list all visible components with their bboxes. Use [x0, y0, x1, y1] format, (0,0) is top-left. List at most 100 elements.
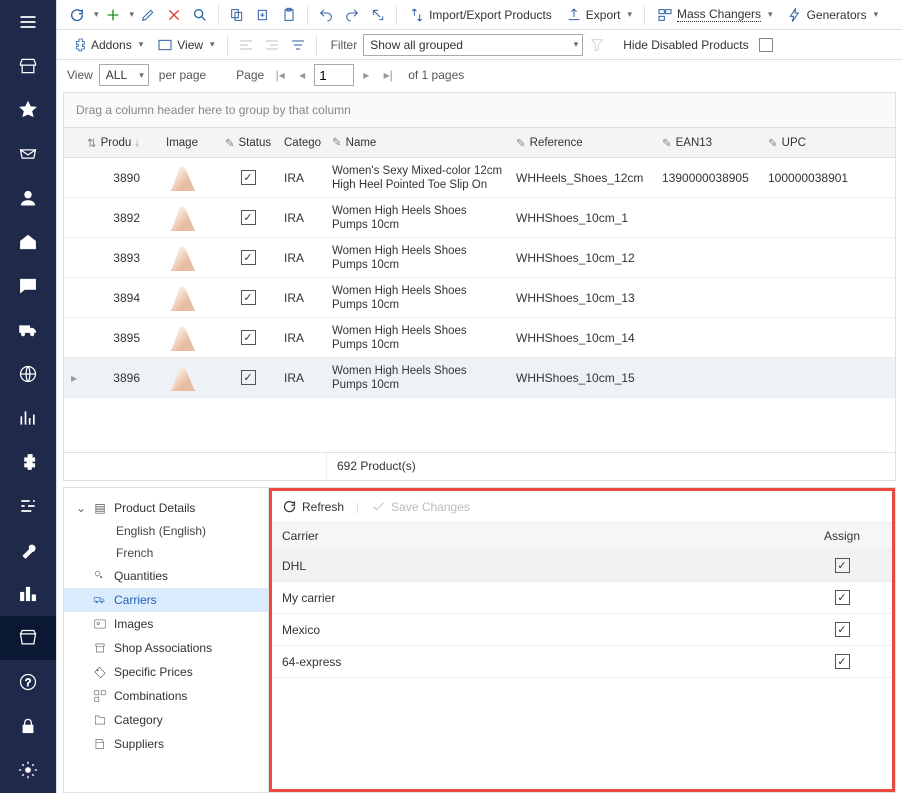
- page-prev-icon[interactable]: ◂: [292, 68, 312, 82]
- tree-lang-fr[interactable]: French: [64, 542, 268, 564]
- tree-lang-en[interactable]: English (English): [64, 520, 268, 542]
- col-product[interactable]: ⇅Produ↓: [84, 132, 146, 154]
- filter-label: Filter: [331, 38, 358, 52]
- group-drop-hint: Drag a column header here to group by th…: [76, 103, 351, 117]
- rail-user-icon[interactable]: [0, 176, 56, 220]
- filter-select[interactable]: Show all grouped: [363, 34, 583, 56]
- col-status[interactable]: ✎Status: [218, 132, 278, 154]
- tree-carriers[interactable]: Carriers: [64, 588, 268, 612]
- tree-suppliers[interactable]: Suppliers: [64, 732, 268, 756]
- rail-chat-icon[interactable]: [0, 264, 56, 308]
- generators-button[interactable]: Generators▾: [781, 3, 885, 27]
- table-row[interactable]: 3890✓IRAWomen's Sexy Mixed-color 12cm Hi…: [64, 158, 895, 198]
- tree-images[interactable]: Images: [64, 612, 268, 636]
- export-button[interactable]: Export▾: [560, 3, 638, 27]
- add-icon[interactable]: [101, 3, 125, 27]
- indent-left-icon: [234, 33, 258, 57]
- carrier-row[interactable]: DHL✓: [272, 550, 892, 582]
- tree-category[interactable]: Category: [64, 708, 268, 732]
- col-ean[interactable]: ✎EAN13: [656, 132, 762, 154]
- tree-root[interactable]: ⌄▤Product Details: [64, 496, 268, 520]
- carrier-assign-checkbox[interactable]: ✓: [835, 590, 850, 605]
- delete-icon[interactable]: [162, 3, 186, 27]
- status-checkbox[interactable]: ✓: [241, 330, 256, 345]
- rail-home-icon[interactable]: [0, 220, 56, 264]
- table-row[interactable]: 3894✓IRAWomen High Heels Shoes Pumps 10c…: [64, 278, 895, 318]
- carrier-row[interactable]: 64-express✓: [272, 646, 892, 678]
- undo-icon[interactable]: [314, 3, 338, 27]
- group-drop-area[interactable]: Drag a column header here to group by th…: [63, 92, 896, 128]
- page-input[interactable]: [314, 64, 354, 86]
- status-checkbox[interactable]: ✓: [241, 370, 256, 385]
- status-checkbox[interactable]: ✓: [241, 210, 256, 225]
- tree-combinations[interactable]: Combinations: [64, 684, 268, 708]
- status-checkbox[interactable]: ✓: [241, 170, 256, 185]
- tree-specific-prices[interactable]: Specific Prices: [64, 660, 268, 684]
- generators-label: Generators: [807, 8, 867, 22]
- carrier-assign-checkbox[interactable]: ✓: [835, 622, 850, 637]
- edit-icon[interactable]: [136, 3, 160, 27]
- rail-help-icon[interactable]: ?: [0, 660, 56, 704]
- col-reference[interactable]: ✎Reference: [510, 132, 656, 154]
- rail-globe-icon[interactable]: [0, 352, 56, 396]
- hide-disabled-checkbox[interactable]: [759, 38, 773, 52]
- product-thumb: [167, 323, 197, 353]
- rail-menu-icon[interactable]: [0, 0, 56, 44]
- refresh-label: Refresh: [302, 500, 344, 514]
- detail-col-carrier[interactable]: Carrier: [282, 529, 802, 543]
- page-label: Page: [236, 68, 264, 82]
- rail-chart-icon[interactable]: [0, 396, 56, 440]
- table-row[interactable]: 3895✓IRAWomen High Heels Shoes Pumps 10c…: [64, 318, 895, 358]
- add-dropdown[interactable]: ▾: [130, 9, 135, 20]
- rail-store-icon[interactable]: [0, 44, 56, 88]
- rail-sliders-icon[interactable]: [0, 484, 56, 528]
- save-changes-button: Save Changes: [371, 499, 470, 514]
- page-first-icon[interactable]: |◂: [270, 68, 290, 82]
- col-image[interactable]: Image: [146, 133, 218, 153]
- copy-plus-icon[interactable]: [251, 3, 275, 27]
- copy-icon[interactable]: [225, 3, 249, 27]
- table-row[interactable]: 3892✓IRAWomen High Heels Shoes Pumps 10c…: [64, 198, 895, 238]
- col-name[interactable]: ✎Name: [326, 132, 510, 154]
- per-page-select[interactable]: ALL: [99, 64, 149, 86]
- rail-inbox-icon[interactable]: [0, 132, 56, 176]
- rail-star-icon[interactable]: [0, 88, 56, 132]
- page-last-icon[interactable]: ▸|: [378, 68, 398, 82]
- col-upc[interactable]: ✎UPC: [762, 132, 895, 154]
- tree-shop-assoc[interactable]: Shop Associations: [64, 636, 268, 660]
- search-icon[interactable]: [188, 3, 212, 27]
- rail-stats-icon[interactable]: [0, 572, 56, 616]
- detail-col-assign[interactable]: Assign: [802, 529, 882, 543]
- table-row[interactable]: 3893✓IRAWomen High Heels Shoes Pumps 10c…: [64, 238, 895, 278]
- reload-dropdown[interactable]: ▾: [94, 9, 99, 20]
- mass-changers-button[interactable]: Mass Changers▾: [651, 3, 779, 27]
- rail-truck-icon[interactable]: [0, 308, 56, 352]
- rail-wrench-icon[interactable]: [0, 528, 56, 572]
- view-label: View: [177, 38, 203, 52]
- table-row[interactable]: ▸3896✓IRAWomen High Heels Shoes Pumps 10…: [64, 358, 895, 398]
- refresh-button[interactable]: Refresh: [282, 499, 344, 514]
- import-export-button[interactable]: Import/Export Products: [403, 3, 558, 27]
- page-next-icon[interactable]: ▸: [356, 68, 376, 82]
- import-export-label: Import/Export Products: [429, 8, 552, 22]
- carrier-row[interactable]: My carrier✓: [272, 582, 892, 614]
- status-checkbox[interactable]: ✓: [241, 250, 256, 265]
- reload-icon[interactable]: [65, 3, 89, 27]
- col-category[interactable]: Catego: [278, 133, 326, 153]
- rail-plugin-icon[interactable]: [0, 440, 56, 484]
- tree-quantities[interactable]: Quantities: [64, 564, 268, 588]
- carrier-assign-checkbox[interactable]: ✓: [835, 654, 850, 669]
- addons-button[interactable]: Addons▾: [65, 33, 149, 57]
- collapse-icon[interactable]: [286, 33, 310, 57]
- status-checkbox[interactable]: ✓: [241, 290, 256, 305]
- open-external-icon[interactable]: [366, 3, 390, 27]
- view-button[interactable]: View▾: [151, 33, 220, 57]
- rail-lock-icon[interactable]: [0, 704, 56, 748]
- rail-box-icon[interactable]: [0, 616, 56, 660]
- product-thumb: [167, 163, 197, 193]
- redo-icon[interactable]: [340, 3, 364, 27]
- rail-settings-icon[interactable]: [0, 748, 56, 792]
- paste-icon[interactable]: [277, 3, 301, 27]
- carrier-row[interactable]: Mexico✓: [272, 614, 892, 646]
- carrier-assign-checkbox[interactable]: ✓: [835, 558, 850, 573]
